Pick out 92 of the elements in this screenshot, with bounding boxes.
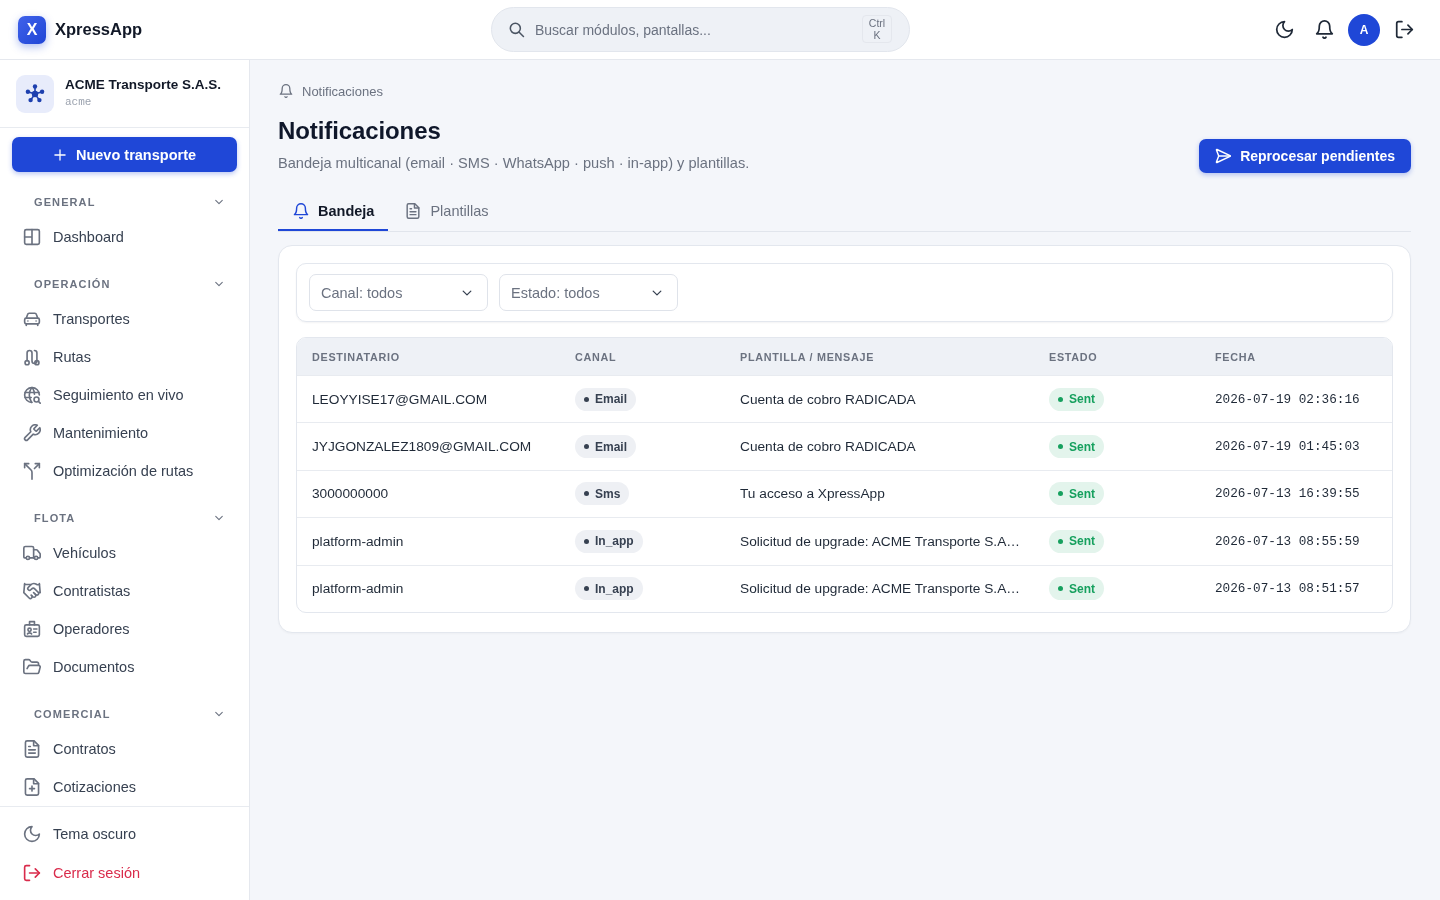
car-icon — [23, 310, 41, 328]
table-cell: 2026-07-13 08:51:57 — [1215, 581, 1360, 597]
section-header[interactable]: FLOTA — [12, 502, 237, 534]
shortcut-hint: Ctrl K — [862, 15, 892, 43]
table-cell: Cuenta de cobro RADICADA — [740, 391, 916, 407]
nav-item[interactable]: Mantenimiento — [12, 414, 237, 452]
channel-label: In_app — [595, 534, 634, 549]
column-header: PLANTILLA / MENSAJE — [740, 350, 875, 363]
id-badge-icon — [23, 620, 41, 638]
layout-icon — [23, 228, 41, 246]
globe-search-icon — [23, 386, 41, 404]
split-arrows-icon — [23, 462, 41, 480]
table-cell: Solicitud de upgrade: ACME Transporte S.A… — [740, 533, 1020, 549]
table-cell: JYJGONZALEZ1809@GMAIL.COM — [312, 439, 532, 455]
nav-item[interactable]: Seguimiento en vivo — [12, 376, 237, 414]
handshake-icon — [23, 582, 41, 600]
document-icon — [23, 740, 41, 758]
page-subtitle: Bandeja multicanal (email · SMS · WhatsApp · push · in-app) y plantillas. — [278, 154, 750, 173]
sidebar-item[interactable]: Tema oscuro — [12, 815, 237, 854]
new-transport-button[interactable]: Nuevo transporte — [12, 137, 237, 172]
column-header: CANAL — [575, 350, 617, 363]
org-name: ACME Transporte S.A.S. — [65, 77, 222, 92]
channel-label: In_app — [595, 581, 634, 596]
filter-select[interactable]: Estado: todos — [499, 274, 678, 311]
nav-item[interactable]: Transportes — [12, 300, 237, 338]
column-header: FECHA — [1215, 350, 1256, 363]
section-header[interactable]: GENERAL — [12, 186, 237, 218]
truck-icon — [23, 544, 41, 562]
app-logo: X — [18, 15, 46, 44]
breadcrumb-item[interactable]: Notificaciones — [302, 83, 383, 99]
page-title: Notificaciones — [278, 116, 441, 146]
filter-select[interactable]: Canal: todos — [309, 274, 488, 311]
nav-item[interactable]: Documentos — [12, 648, 237, 686]
sidebar-item[interactable]: Cerrar sesión — [12, 853, 237, 892]
bell-icon — [293, 202, 309, 219]
bell-icon — [1314, 20, 1334, 39]
file-plus-icon — [23, 778, 41, 796]
wrench-icon — [23, 424, 41, 442]
nav-item[interactable]: Contratistas — [12, 572, 237, 610]
table-cell: Solicitud de upgrade: ACME Transporte S.A… — [740, 581, 1020, 597]
status-label: Sent — [1069, 439, 1095, 454]
nav-item[interactable]: Optimización de rutas — [12, 452, 237, 490]
table-cell: Cuenta de cobro RADICADA — [740, 439, 916, 455]
table-cell: platform-admin — [312, 581, 404, 597]
table-cell: LEOYYISE17@GMAIL.COM — [312, 391, 488, 407]
user-avatar[interactable]: A — [1348, 13, 1380, 46]
nav-item[interactable]: Cotizaciones — [12, 768, 237, 806]
nav-item[interactable]: Dashboard — [12, 218, 237, 256]
channel-label: Email — [595, 439, 627, 454]
section-header[interactable]: OPERACIÓN — [12, 268, 237, 300]
table-cell: platform-admin — [312, 533, 404, 549]
logout-icon — [23, 863, 41, 882]
dot-icon — [584, 444, 589, 450]
status-label: Sent — [1069, 581, 1095, 596]
logout-icon — [1394, 20, 1414, 39]
search-icon — [508, 21, 525, 38]
tab[interactable]: Plantillas — [390, 192, 503, 231]
table-cell: 2026-07-19 01:45:03 — [1215, 439, 1360, 455]
document-icon — [405, 202, 422, 219]
channel-label: Email — [595, 392, 627, 407]
nav-item[interactable]: Rutas — [12, 338, 237, 376]
reprocess-button[interactable]: Reprocesar pendientes — [1199, 139, 1411, 173]
status-label: Sent — [1069, 392, 1095, 407]
dot-icon — [584, 491, 589, 497]
column-header: DESTINATARIO — [312, 350, 400, 363]
folder-icon — [23, 658, 41, 676]
table-cell: 2026-07-13 16:39:55 — [1215, 486, 1360, 502]
app-name: XpressApp — [55, 20, 143, 39]
route-icon — [23, 348, 41, 366]
table-cell: 2026-07-19 02:36:16 — [1215, 391, 1360, 407]
dot-icon — [584, 586, 589, 592]
send-icon — [1215, 148, 1232, 164]
section-header[interactable]: COMERCIAL — [12, 698, 237, 730]
plus-icon — [52, 147, 67, 162]
moon-icon — [1274, 20, 1294, 39]
dot-icon — [584, 396, 589, 402]
column-header: ESTADO — [1049, 350, 1098, 363]
table-cell: 3000000000 — [312, 486, 389, 502]
tab[interactable]: Bandeja — [278, 192, 389, 231]
nav-item[interactable]: Vehículos — [12, 534, 237, 572]
status-label: Sent — [1069, 534, 1095, 549]
table-cell: Tu acceso a XpressApp — [740, 486, 885, 502]
network-icon — [16, 74, 54, 113]
status-label: Sent — [1069, 486, 1095, 501]
table-cell: 2026-07-13 08:55:59 — [1215, 533, 1360, 549]
moon-icon — [23, 825, 41, 844]
org-slug: acme — [65, 96, 92, 108]
channel-label: Sms — [595, 486, 621, 501]
nav-item[interactable]: Contratos — [12, 730, 237, 768]
bell-icon — [279, 84, 293, 98]
dot-icon — [584, 538, 589, 544]
nav-item[interactable]: Operadores — [12, 610, 237, 648]
